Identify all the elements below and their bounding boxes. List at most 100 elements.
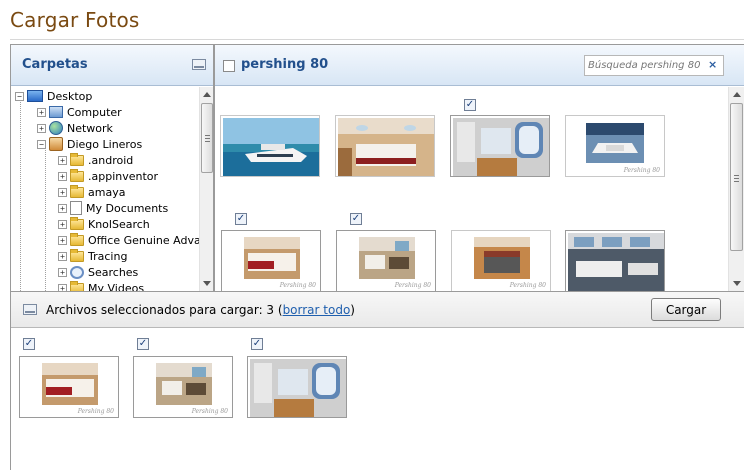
tree-item-label: Tracing <box>88 249 128 263</box>
folder-icon <box>70 152 84 166</box>
photo-thumbnail[interactable]: Pershing 80 <box>221 230 321 291</box>
tree-item-tracing[interactable]: + Tracing <box>58 248 127 264</box>
expand-icon[interactable]: + <box>58 187 67 197</box>
tree-item-label: Searches <box>88 265 139 279</box>
selected-files-bar: Archivos seleccionados para cargar: 3 (b… <box>11 291 744 328</box>
selected-files-area: ✓ Pershing 80 ✓ Pershing 80 ✓ <box>11 328 744 470</box>
upload-button[interactable]: Cargar <box>651 298 721 321</box>
tree-item-my-videos[interactable]: + My Videos <box>58 280 144 291</box>
expand-icon[interactable]: + <box>58 203 67 213</box>
minimize-panel-icon[interactable] <box>192 59 206 70</box>
tree-item-computer[interactable]: + Computer <box>37 104 122 120</box>
expand-icon[interactable]: + <box>37 107 46 117</box>
clear-search-icon[interactable]: × <box>708 58 717 71</box>
photo-bed-dark <box>474 237 530 279</box>
tree-item-android[interactable]: + .android <box>58 152 133 168</box>
photo-thumbnail[interactable]: Pershing 80 <box>336 230 436 291</box>
tree-item-my-documents[interactable]: + My Documents <box>58 200 168 216</box>
photo-checkbox[interactable]: ✓ <box>464 99 476 111</box>
scroll-down-icon[interactable] <box>203 281 211 286</box>
folders-title: Carpetas <box>22 57 88 72</box>
selected-files-suffix: ) <box>350 303 355 317</box>
photo-thumbnail[interactable]: Pershing 80 <box>451 230 551 291</box>
network-icon <box>49 121 63 135</box>
photo-grid: ✓ Pershing 80 ✓ Pershing 80 ✓ Pershing 8… <box>215 87 728 291</box>
expand-icon[interactable]: + <box>58 219 67 229</box>
upload-frame: Carpetas − Desktop + Computer + Network … <box>10 44 744 470</box>
folder-tree-scrollbar[interactable] <box>199 87 213 291</box>
photo-thumbnail[interactable] <box>450 115 550 177</box>
photo-lounge <box>156 363 212 405</box>
folder-icon <box>70 216 84 230</box>
photo-checkbox[interactable]: ✓ <box>350 213 362 225</box>
collapse-icon[interactable]: − <box>15 91 24 101</box>
photo-checkbox[interactable]: ✓ <box>235 213 247 225</box>
selected-photo-thumbnail[interactable]: Pershing 80 <box>19 356 119 418</box>
tree-item-knolsearch[interactable]: + KnolSearch <box>58 216 150 232</box>
minimize-panel-icon[interactable] <box>23 304 37 315</box>
scroll-down-icon[interactable] <box>733 281 741 286</box>
photo-bathroom <box>453 118 549 176</box>
user-folder-icon <box>49 137 63 151</box>
photo-bed <box>244 237 300 279</box>
expand-icon[interactable]: + <box>58 267 67 277</box>
selected-photo-thumbnail[interactable] <box>247 356 347 418</box>
expand-icon[interactable]: + <box>58 171 67 181</box>
tree-item-label: amaya <box>88 185 126 199</box>
scroll-up-icon[interactable] <box>203 92 211 97</box>
tree-item-label: KnolSearch <box>88 217 150 231</box>
photo-grid-scrollbar[interactable] <box>728 87 744 291</box>
scroll-up-icon[interactable] <box>733 92 741 97</box>
folders-header: Carpetas <box>11 45 213 86</box>
photo-bathroom <box>250 359 346 417</box>
expand-icon[interactable]: + <box>58 283 67 291</box>
documents-icon <box>70 201 82 215</box>
tree-item-label: Desktop <box>47 89 93 103</box>
expand-icon[interactable]: + <box>58 155 67 165</box>
scrollbar-thumb[interactable] <box>730 103 743 251</box>
album-header: pershing 80 × <box>215 45 744 86</box>
photo-deck <box>586 123 644 163</box>
tree-item-diego-lineros[interactable]: − Diego Lineros <box>37 136 142 152</box>
expand-icon[interactable]: + <box>37 123 46 133</box>
photo-thumbnail[interactable] <box>220 115 320 177</box>
tree-item-searches[interactable]: + Searches <box>58 264 138 280</box>
expand-icon[interactable]: + <box>58 251 67 261</box>
expand-icon[interactable]: + <box>58 235 67 245</box>
tree-item-label: My Videos <box>88 281 145 292</box>
tree-item-label: Computer <box>67 105 122 119</box>
tree-item-network[interactable]: + Network <box>37 120 113 136</box>
selected-photo-checkbox[interactable]: ✓ <box>251 338 263 350</box>
tree-item-appinventor[interactable]: + .appinventor <box>58 168 158 184</box>
photo-caption: Pershing 80 <box>509 282 546 289</box>
folder-tree: − Desktop + Computer + Network − Diego L… <box>11 87 199 291</box>
tree-item-label: My Documents <box>86 201 169 215</box>
collapse-icon[interactable]: − <box>37 139 46 149</box>
folder-icon <box>70 168 84 182</box>
photo-cabin <box>338 118 434 176</box>
selected-photo-checkbox[interactable]: ✓ <box>137 338 149 350</box>
photo-caption: Pershing 80 <box>279 282 316 289</box>
album-title: pershing 80 <box>241 57 329 72</box>
select-all-checkbox[interactable] <box>223 60 235 72</box>
selected-photo-thumbnail[interactable]: Pershing 80 <box>133 356 233 418</box>
tree-item-desktop[interactable]: − Desktop <box>15 88 92 104</box>
selected-photo-checkbox[interactable]: ✓ <box>23 338 35 350</box>
page-title: Cargar Fotos <box>10 8 140 32</box>
photo-caption: Pershing 80 <box>623 167 660 174</box>
photo-bed <box>42 363 98 405</box>
tree-item-label: .android <box>88 153 134 167</box>
scrollbar-thumb[interactable] <box>201 103 213 173</box>
tree-item-label: .appinventor <box>88 169 159 183</box>
tree-item-office-genuine[interactable]: + Office Genuine Advan <box>58 232 199 248</box>
clear-all-link[interactable]: borrar todo <box>283 303 351 317</box>
photo-thumbnail[interactable] <box>565 230 665 291</box>
album-search-input[interactable] <box>588 58 700 73</box>
tree-item-amaya[interactable]: + amaya <box>58 184 125 200</box>
photo-exterior <box>223 118 319 176</box>
photo-lounge <box>359 237 415 279</box>
folder-icon <box>70 232 84 246</box>
folder-icon <box>70 248 84 262</box>
photo-thumbnail[interactable] <box>335 115 435 177</box>
photo-thumbnail[interactable]: Pershing 80 <box>565 115 665 177</box>
